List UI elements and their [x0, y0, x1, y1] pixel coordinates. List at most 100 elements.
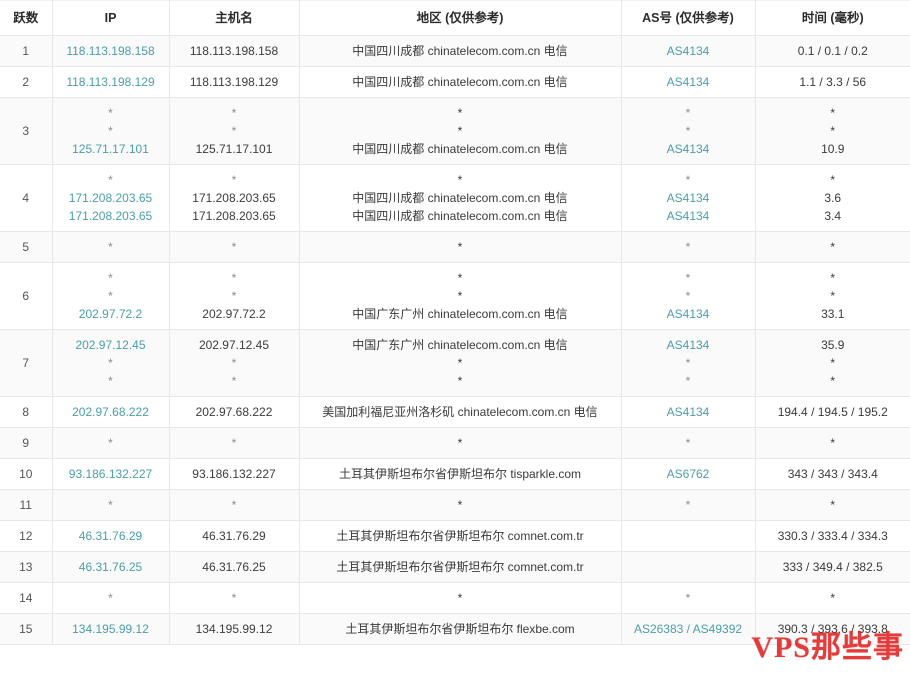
geo-value: 中国四川成都 chinatelecom.com.cn 电信: [352, 209, 568, 223]
cell-time: 35.9 * *: [755, 329, 910, 397]
hop-number: 10: [0, 458, 53, 490]
time-value: 3.4: [824, 209, 842, 223]
no-response-marker: *: [830, 271, 836, 285]
cell-time: 343 / 343 / 343.4: [755, 458, 910, 490]
host-value: 171.208.203.65: [192, 209, 276, 223]
hop-number: 15: [0, 613, 53, 645]
ip-link[interactable]: 134.195.99.12: [72, 620, 149, 638]
ip-link[interactable]: 171.208.203.65: [69, 189, 152, 207]
column-header-time: 时间 (毫秒): [755, 0, 910, 36]
cell-ip: 46.31.76.25: [52, 551, 170, 583]
cell-time: *: [755, 582, 910, 614]
as-link[interactable]: AS6762: [667, 465, 710, 483]
table-row: 1 118.113.198.158 118.113.198.158 中国四川成都 ch…: [0, 35, 910, 67]
as-link[interactable]: AS4134: [667, 336, 710, 354]
ip-link[interactable]: 125.71.17.101: [72, 140, 149, 158]
cell-geo: * * 中国广东广州 chinatelecom.com.cn 电信: [299, 262, 622, 330]
no-response-marker: *: [231, 498, 237, 512]
no-response-marker: *: [231, 240, 237, 254]
host-value: 202.97.68.222: [195, 405, 273, 419]
cell-lines: 46.31.76.29: [53, 521, 169, 551]
time-value: 333 / 349.4 / 382.5: [782, 560, 883, 574]
ip-link[interactable]: 202.97.12.45: [75, 336, 145, 354]
cell-ip: 118.113.198.158: [52, 35, 170, 67]
cell-geo: 土耳其伊斯坦布尔省伊斯坦布尔 comnet.com.tr: [299, 520, 622, 552]
cell-host: 46.31.76.29: [169, 520, 300, 552]
ip-link[interactable]: 118.113.198.158: [66, 42, 154, 60]
geo-value: 中国四川成都 chinatelecom.com.cn 电信: [352, 75, 568, 89]
ip-link[interactable]: 46.31.76.25: [79, 558, 142, 576]
host-value: 118.113.198.158: [189, 44, 279, 58]
cell-lines: 93.186.132.227: [170, 459, 299, 489]
no-response-marker: *: [830, 173, 836, 187]
no-response-marker: *: [108, 173, 113, 187]
geo-value: 中国四川成都 chinatelecom.com.cn 电信: [352, 191, 568, 205]
cell-as: AS6762: [621, 458, 756, 490]
cell-time: 0.1 / 0.1 / 0.2: [755, 35, 910, 67]
host-value: 134.195.99.12: [195, 622, 273, 636]
cell-lines: AS4134: [622, 36, 755, 66]
ip-link[interactable]: 118.113.198.129: [66, 73, 154, 91]
cell-lines: 194.4 / 194.5 / 195.2: [756, 397, 910, 427]
cell-host: *: [169, 427, 300, 459]
cell-ip: 46.31.76.29: [52, 520, 170, 552]
geo-value: 中国广东广州 chinatelecom.com.cn 电信: [352, 307, 568, 321]
cell-time: * 3.6 3.4: [755, 164, 910, 232]
cell-as: AS4134: [621, 35, 756, 67]
cell-lines: AS4134 * *: [622, 330, 755, 396]
as-link[interactable]: AS4134: [667, 403, 710, 421]
no-response-marker: *: [108, 498, 113, 512]
cell-ip: * * 202.97.72.2: [52, 262, 170, 330]
cell-lines: *: [170, 428, 299, 458]
as-link[interactable]: AS26383 / AS49392: [634, 620, 742, 638]
cell-lines: 118.113.198.129: [170, 67, 299, 97]
hop-number: 14: [0, 582, 53, 614]
cell-host: 46.31.76.25: [169, 551, 300, 583]
cell-host: *: [169, 231, 300, 263]
ip-link[interactable]: 171.208.203.65: [69, 207, 152, 225]
hop-number: 7: [0, 329, 53, 397]
cell-lines: 202.97.12.45 * *: [53, 330, 169, 396]
cell-lines: 46.31.76.25: [170, 552, 299, 582]
hop-number: 4: [0, 164, 53, 232]
hop-number: 5: [0, 231, 53, 263]
cell-time: 1.1 / 3.3 / 56: [755, 66, 910, 98]
cell-host: 118.113.198.158: [169, 35, 300, 67]
ip-link[interactable]: 46.31.76.29: [79, 527, 142, 545]
as-link[interactable]: AS4134: [667, 189, 710, 207]
cell-lines: *: [622, 490, 755, 520]
cell-lines: [622, 552, 755, 582]
cell-lines: * AS4134 AS4134: [622, 165, 755, 231]
cell-as: AS4134: [621, 396, 756, 428]
cell-lines: * * AS4134: [622, 263, 755, 329]
time-value: 330.3 / 333.4 / 334.3: [777, 529, 888, 543]
as-link[interactable]: AS4134: [667, 140, 710, 158]
ip-link[interactable]: 202.97.72.2: [79, 305, 142, 323]
time-value: 194.4 / 194.5 / 195.2: [777, 405, 888, 419]
cell-lines: 333 / 349.4 / 382.5: [756, 552, 910, 582]
time-value: 35.9: [821, 338, 845, 352]
cell-lines: * * 202.97.72.2: [170, 263, 299, 329]
as-link[interactable]: AS4134: [667, 207, 710, 225]
cell-geo: 中国广东广州 chinatelecom.com.cn 电信 * *: [299, 329, 622, 397]
cell-as: AS26383 / AS49392: [621, 613, 756, 645]
as-link[interactable]: AS4134: [667, 305, 710, 323]
as-link[interactable]: AS4134: [667, 42, 710, 60]
cell-lines: *: [756, 490, 910, 520]
cell-ip: * 171.208.203.65 171.208.203.65: [52, 164, 170, 232]
table-row: 2 118.113.198.129 118.113.198.129 中国四川成都 ch…: [0, 66, 910, 98]
table-row: 12 46.31.76.29 46.31.76.29 土耳其伊斯坦布尔省伊斯坦布尔 c…: [0, 520, 910, 552]
cell-host: 202.97.68.222: [169, 396, 300, 428]
as-link[interactable]: AS4134: [667, 73, 710, 91]
cell-ip: *: [52, 489, 170, 521]
no-response-marker: *: [685, 240, 691, 254]
column-header-as: AS号 (仅供参考): [621, 0, 756, 36]
table-row: 13 46.31.76.25 46.31.76.25 土耳其伊斯坦布尔省伊斯坦布尔 c…: [0, 551, 910, 583]
no-response-marker: *: [685, 271, 691, 285]
cell-lines: *: [756, 232, 910, 262]
ip-link[interactable]: 202.97.68.222: [72, 403, 149, 421]
table-row: 9 * * * * *: [0, 427, 910, 459]
ip-link[interactable]: 93.186.132.227: [69, 465, 152, 483]
cell-lines: 202.97.12.45 * *: [170, 330, 299, 396]
cell-lines: 202.97.68.222: [53, 397, 169, 427]
